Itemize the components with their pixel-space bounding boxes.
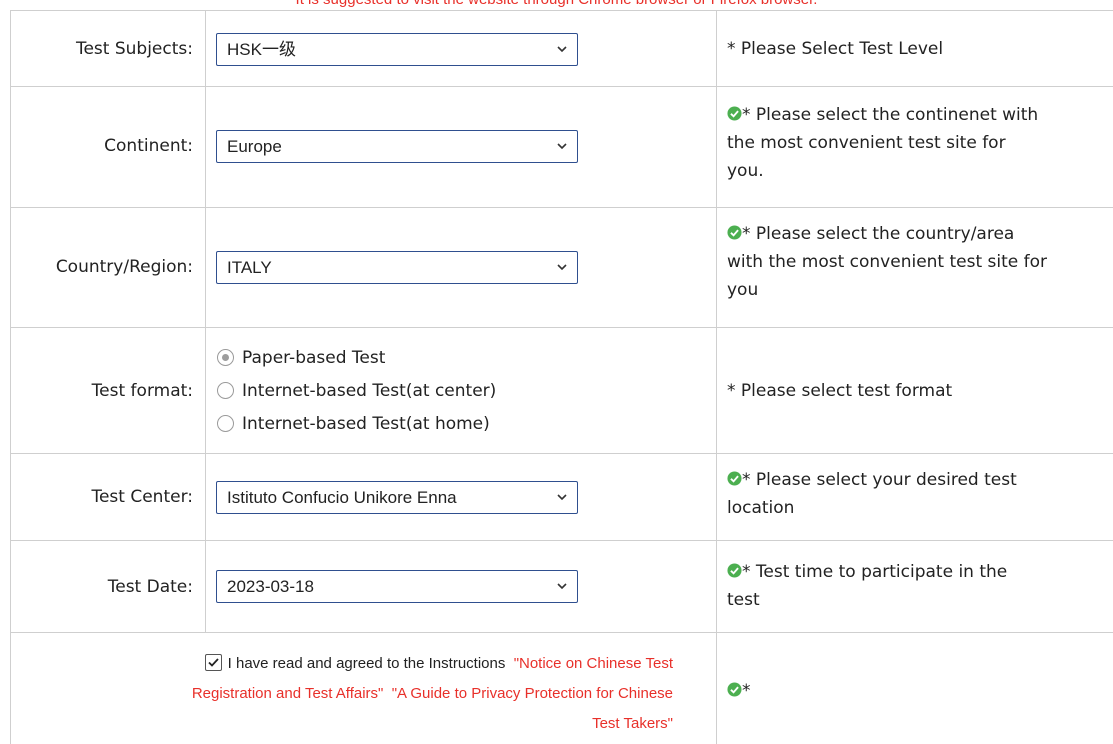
agreement-hint-text: * (742, 681, 751, 701)
test-center-hint: * Please select your desired test locati… (727, 466, 1113, 522)
continent-hint-line: you. (727, 161, 764, 181)
chevron-down-icon (557, 494, 567, 501)
test-center-label: Test Center: (91, 487, 193, 507)
radio-label: Internet-based Test(at home) (242, 414, 490, 434)
grid-line (10, 453, 1113, 454)
radio-label: Paper-based Test (242, 348, 386, 368)
country-value: ITALY (227, 258, 272, 277)
chevron-down-icon (557, 264, 567, 271)
radio-button[interactable] (217, 382, 234, 399)
checkmark-icon (208, 658, 219, 667)
check-circle-icon (727, 471, 742, 486)
test-format-hint: * Please select test format (727, 381, 953, 401)
continent-select[interactable]: Europe (216, 130, 578, 163)
agreement-block: I have read and agreed to the Instructio… (11, 649, 673, 739)
notice-link[interactable]: Registration and Test Affairs" (192, 685, 384, 702)
test-date-hint-line: * Test time to participate in the (742, 562, 1008, 582)
radio-internet-center[interactable]: Internet-based Test(at center) (217, 378, 496, 404)
country-hint-line: you (727, 280, 759, 300)
continent-value: Europe (227, 137, 282, 156)
privacy-guide-link[interactable]: "A Guide to Privacy Protection for Chine… (392, 685, 673, 702)
notice-link[interactable]: "Notice on Chinese Test (514, 655, 673, 672)
test-center-hint-line: * Please select your desired test (742, 470, 1017, 490)
test-subjects-value: HSK一级 (227, 40, 296, 59)
radio-internet-home[interactable]: Internet-based Test(at home) (217, 411, 490, 437)
radio-button[interactable] (217, 415, 234, 432)
radio-paper-based[interactable]: Paper-based Test (217, 345, 385, 371)
radio-label: Internet-based Test(at center) (242, 381, 497, 401)
country-hint: * Please select the country/area with th… (727, 220, 1113, 304)
continent-hint: * Please select the continenet with the … (727, 101, 1113, 185)
test-date-hint-line: test (727, 590, 760, 610)
browser-notice: It is suggested to visit the website thr… (0, 0, 1113, 8)
test-center-value: Istituto Confucio Unikore Enna (227, 488, 457, 507)
privacy-guide-link[interactable]: Test Takers" (592, 715, 673, 732)
continent-hint-line: the most convenient test site for (727, 133, 1006, 153)
agreement-text: I have read and agreed to the Instructio… (227, 655, 506, 672)
country-select[interactable]: ITALY (216, 251, 578, 284)
test-subjects-label: Test Subjects: (75, 39, 193, 59)
grid-line (205, 10, 206, 632)
country-label: Country/Region: (55, 257, 193, 277)
test-center-select[interactable]: Istituto Confucio Unikore Enna (216, 481, 578, 514)
check-circle-icon (727, 225, 742, 240)
agreement-checkbox[interactable] (204, 654, 222, 671)
grid-line (10, 540, 1113, 541)
test-date-select[interactable]: 2023-03-18 (216, 570, 578, 603)
test-date-value: 2023-03-18 (227, 577, 314, 596)
agreement-hint: * (727, 677, 1113, 705)
radio-button[interactable] (217, 349, 234, 366)
check-circle-icon (727, 106, 742, 121)
continent-hint-line: * Please select the continenet with (742, 105, 1039, 125)
grid-line (10, 10, 11, 744)
chevron-down-icon (557, 143, 567, 150)
grid-line (716, 10, 717, 744)
continent-label: Continent: (104, 136, 193, 156)
test-subjects-select[interactable]: HSK一级 (216, 33, 578, 66)
chevron-down-icon (557, 583, 567, 590)
grid-line (10, 207, 1113, 208)
country-hint-line: with the most convenient test site for (727, 252, 1048, 272)
test-subjects-hint: * Please Select Test Level (727, 39, 944, 59)
chevron-down-icon (557, 46, 567, 53)
test-date-label: Test Date: (107, 577, 193, 597)
test-center-hint-line: location (727, 498, 795, 518)
check-circle-icon (727, 563, 742, 578)
grid-line (10, 327, 1113, 328)
check-circle-icon (727, 682, 742, 697)
test-date-hint: * Test time to participate in the test (727, 558, 1113, 614)
country-hint-line: * Please select the country/area (742, 224, 1015, 244)
grid-line (10, 632, 1113, 633)
test-format-label: Test format: (91, 381, 193, 401)
grid-line (10, 10, 1113, 11)
grid-line (10, 86, 1113, 87)
